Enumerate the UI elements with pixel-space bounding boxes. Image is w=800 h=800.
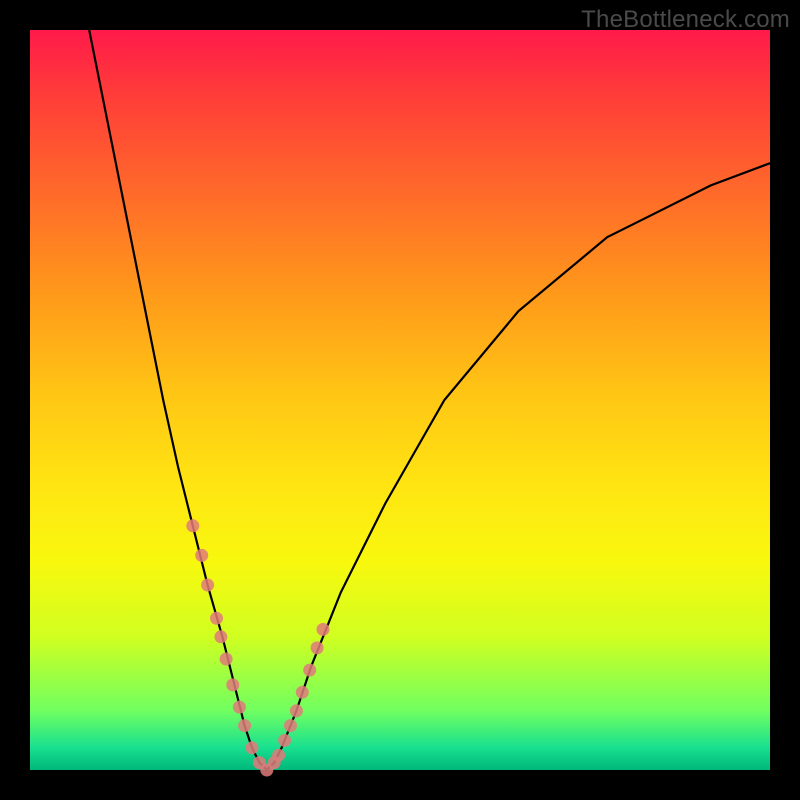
marker-point [303,664,316,677]
marker-point [214,630,227,643]
chart-svg [30,30,770,770]
marker-point [284,719,297,732]
watermark-text: TheBottleneck.com [581,6,790,34]
marker-point [186,519,199,532]
marker-point [226,678,239,691]
marker-point [220,653,233,666]
marker-point [201,579,214,592]
marker-point [246,741,259,754]
marker-point [290,704,303,717]
marker-point [233,701,246,714]
marker-point [195,549,208,562]
marker-point [317,623,330,636]
marker-point [210,612,223,625]
marker-point [238,719,251,732]
marker-point [296,686,309,699]
marker-point [278,734,291,747]
marker-point [272,749,285,762]
marker-point [311,641,324,654]
chart-plot-area [30,30,770,770]
highlighted-points [186,519,329,776]
bottleneck-curve [89,30,770,770]
